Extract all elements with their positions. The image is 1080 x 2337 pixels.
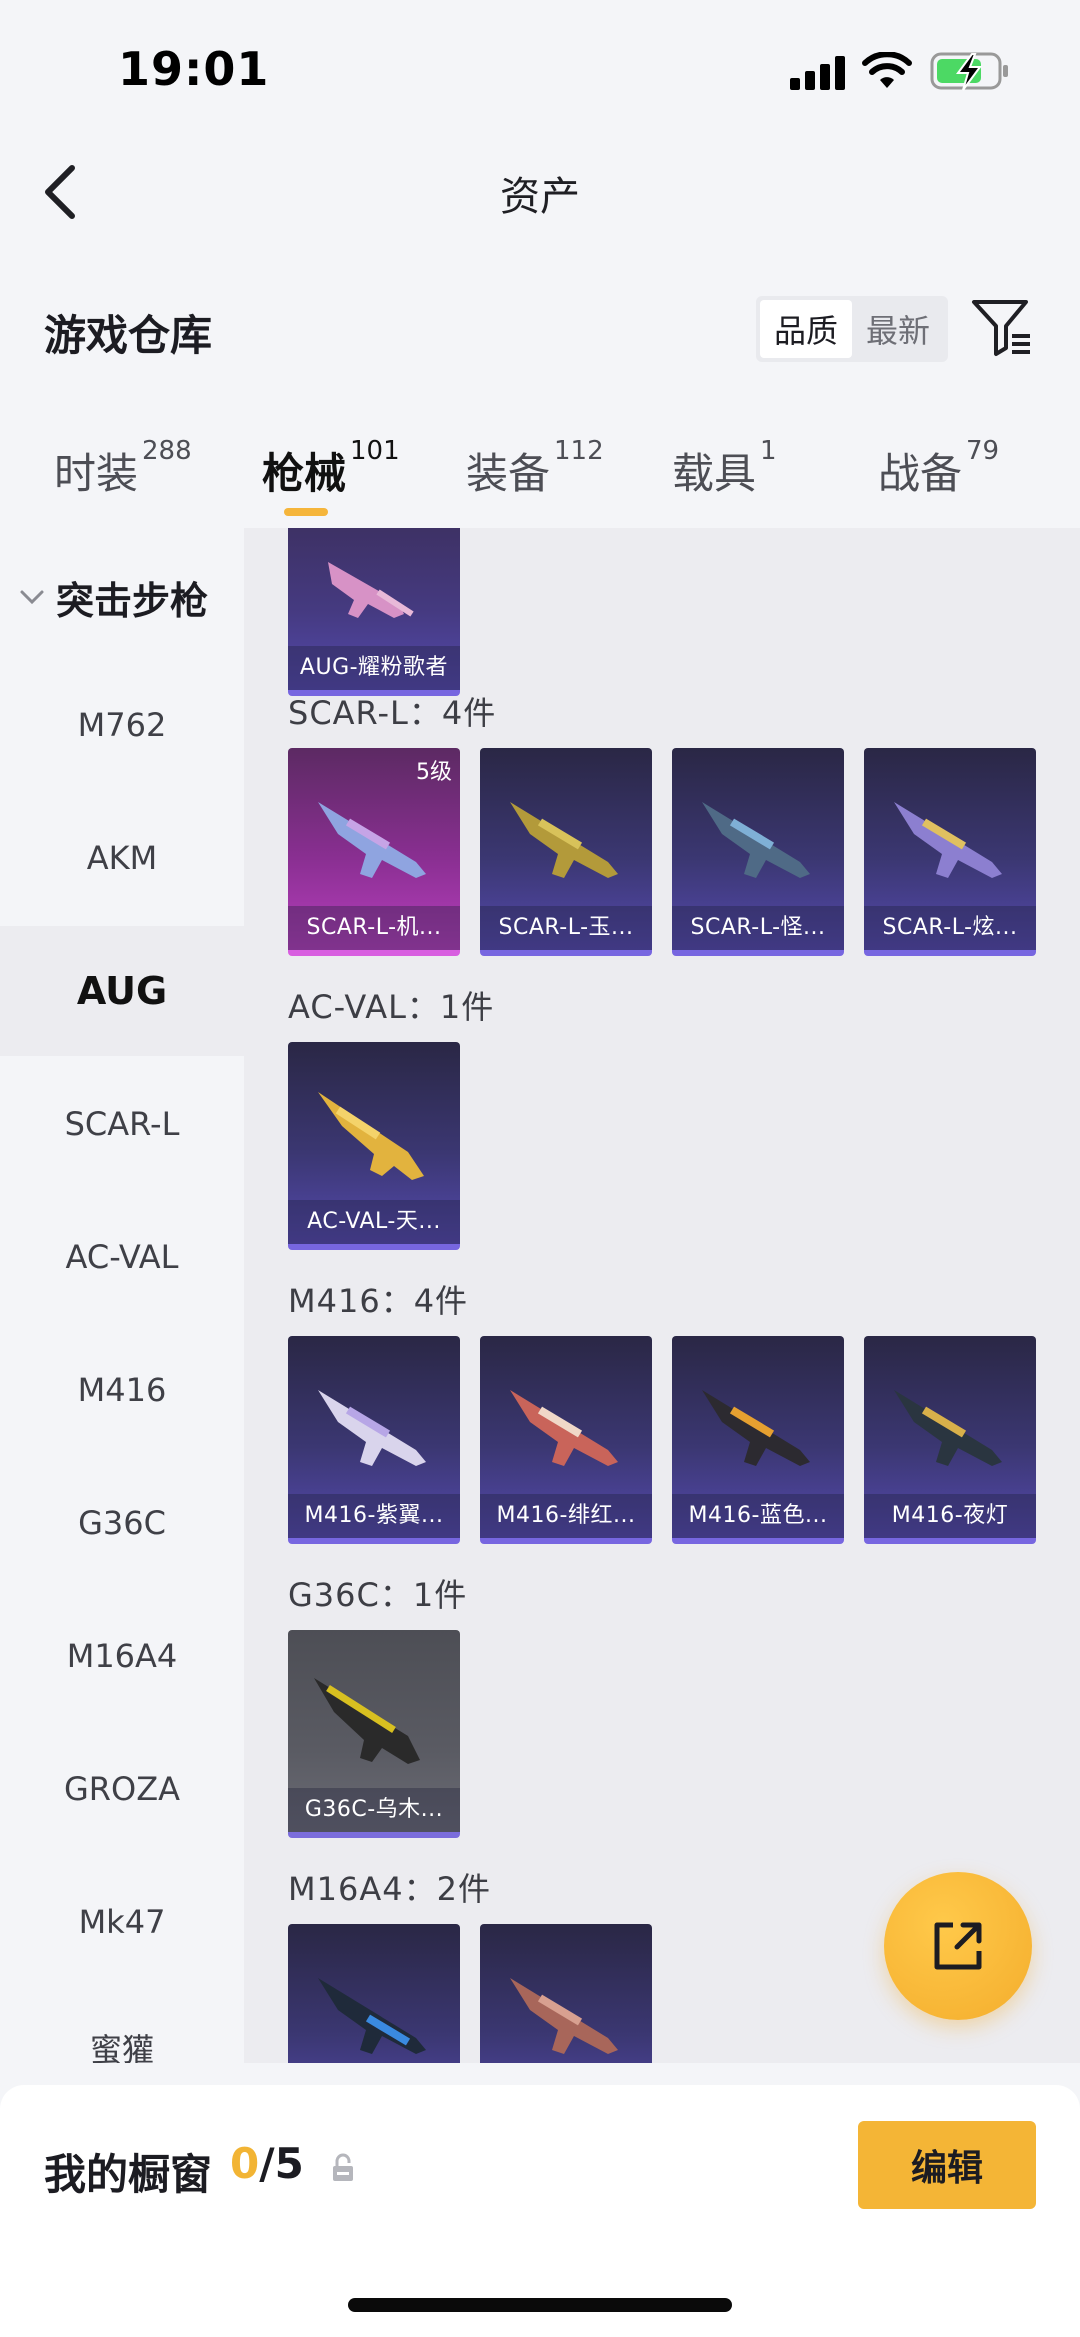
tab-supplies[interactable]: 战备 79 (878, 436, 999, 501)
weapon-skin-image (894, 1390, 1002, 1466)
weapon-skin-image (702, 802, 810, 878)
weapon-skin-card[interactable]: AUG-耀粉歌者 (288, 528, 460, 696)
tab-label: 载具 (672, 449, 757, 498)
group-label-m416: M416：4件 (288, 1282, 469, 1320)
weapon-skin-image (318, 1390, 426, 1466)
page-title: 资产 (500, 174, 580, 220)
tab-fashion[interactable]: 时装 288 (54, 436, 192, 501)
weapon-skin-card[interactable]: G36C-乌木... (288, 1630, 460, 1838)
weapon-skin-image (510, 1978, 618, 2054)
weapon-skin-name: G36C-乌木... (288, 1788, 460, 1832)
showcase-total: /5 (259, 2139, 304, 2188)
tab-count: 112 (554, 436, 604, 466)
weapon-skin-image (318, 1978, 426, 2054)
weapon-skin-name: SCAR-L-玉... (480, 906, 652, 950)
weapon-skin-image (510, 802, 618, 878)
section-title: 游戏仓库 (44, 311, 213, 360)
weapon-skin-name: SCAR-L-机... (288, 906, 460, 950)
group-label-g36c: G36C：1件 (288, 1576, 468, 1614)
group-label-m16a4: M16A4：2件 (288, 1870, 491, 1908)
share-button[interactable] (884, 1872, 1032, 2020)
weapon-skin-card[interactable] (288, 1924, 460, 2063)
weapon-skin-name: AC-VAL-天... (288, 1200, 460, 1244)
weapon-skin-name: M416-紫翼... (288, 1494, 460, 1538)
weapon-skin-image (702, 1390, 810, 1466)
sidebar-item-scar-l[interactable]: SCAR-L (0, 1059, 244, 1189)
edit-button[interactable]: 编辑 (858, 2121, 1036, 2209)
tab-label: 枪械 (262, 449, 347, 498)
status-time: 19:01 (118, 42, 270, 96)
weapon-skin-image (318, 802, 426, 878)
lock-icon (333, 2153, 353, 2181)
sidebar-item-honey-badger[interactable]: 蜜獾 (0, 1983, 244, 2063)
showcase-count: 0/5 (230, 2139, 304, 2188)
weapon-skin-name: AUG-耀粉歌者 (288, 646, 460, 690)
chevron-down-icon[interactable] (18, 588, 46, 608)
nav-header: 资产 (0, 140, 1080, 240)
tab-equipment[interactable]: 装备 112 (466, 436, 604, 501)
weapon-skin-name: SCAR-L-怪... (672, 906, 844, 950)
status-bar: 19:01 (0, 0, 1080, 140)
tab-firearms[interactable]: 枪械 101 (262, 436, 400, 501)
sidebar-item-g36c[interactable]: G36C (0, 1458, 244, 1588)
sidebar-item-ac-val[interactable]: AC-VAL (0, 1192, 244, 1322)
weapon-skin-name: SCAR-L-炫... (864, 906, 1036, 950)
weapon-skin-card[interactable]: SCAR-L-玉... (480, 748, 652, 956)
sidebar-item-m16a4[interactable]: M16A4 (0, 1591, 244, 1721)
cellular-signal-icon (790, 56, 845, 90)
weapon-skin-card[interactable]: 5级 SCAR-L-机... (288, 748, 460, 956)
weapon-skin-name: M416-绯红... (480, 1494, 652, 1538)
weapon-skin-card[interactable]: M416-夜灯 (864, 1336, 1036, 1544)
weapon-skin-card[interactable]: M416-绯红... (480, 1336, 652, 1544)
tab-vehicles[interactable]: 载具 1 (672, 436, 777, 501)
weapon-skin-name: M416-蓝色... (672, 1494, 844, 1538)
weapon-skin-image (510, 1390, 618, 1466)
weapon-skin-card[interactable]: SCAR-L-炫... (864, 748, 1036, 956)
weapon-skin-card[interactable]: M416-紫翼... (288, 1336, 460, 1544)
showcase-current: 0 (230, 2139, 260, 2188)
weapon-skin-image (314, 1678, 420, 1764)
share-external-icon (934, 1922, 982, 1970)
sidebar-item-m762[interactable]: M762 (0, 660, 244, 790)
weapon-skin-card[interactable] (480, 1924, 652, 2063)
sidebar-item-mk47[interactable]: Mk47 (0, 1857, 244, 1987)
sort-by-newest-button[interactable]: 最新 (852, 300, 944, 358)
sidebar-item-groza[interactable]: GROZA (0, 1724, 244, 1854)
wifi-icon (862, 52, 912, 88)
sidebar-item-akm[interactable]: AKM (0, 793, 244, 923)
sidebar-item-aug[interactable]: AUG (0, 926, 244, 1056)
tab-count: 101 (350, 436, 400, 466)
sidebar-category-label[interactable]: 突击步枪 (56, 570, 208, 625)
home-indicator (348, 2298, 732, 2312)
battery-charging-icon (930, 52, 1008, 91)
weapon-skin-card[interactable]: M416-蓝色... (672, 1336, 844, 1544)
active-tab-indicator (284, 508, 328, 516)
group-label-ac-val: AC-VAL：1件 (288, 988, 495, 1026)
weapon-skin-image (318, 1092, 424, 1180)
weapon-skin-image (894, 802, 1002, 878)
tab-count: 79 (966, 436, 1000, 466)
group-label-scar-l: SCAR-L：4件 (288, 694, 497, 732)
tab-label: 装备 (466, 449, 551, 498)
sidebar-item-m416[interactable]: M416 (0, 1325, 244, 1455)
tab-label: 时装 (54, 449, 139, 498)
filter-icon[interactable] (970, 296, 1034, 360)
category-tabs: 时装 288 枪械 101 装备 112 载具 1 战备 79 (0, 430, 1080, 530)
weapon-skin-card[interactable]: SCAR-L-怪... (672, 748, 844, 956)
tab-count: 1 (760, 436, 777, 466)
weapon-type-sidebar: 突击步枪 M762 AKM AUG SCAR-L AC-VAL M416 G36… (0, 528, 244, 2063)
sort-toggle: 品质 最新 (756, 296, 948, 362)
tab-count: 288 (142, 436, 192, 466)
sort-by-quality-button[interactable]: 品质 (760, 300, 852, 358)
weapon-skin-card[interactable]: AC-VAL-天... (288, 1042, 460, 1250)
weapon-skin-grid: AUG-耀粉歌者 SCAR-L：4件 5级 SCAR-L-机... SCAR-L… (244, 528, 1080, 2063)
tab-label: 战备 (878, 449, 963, 498)
showcase-label: 我的橱窗 (44, 2150, 213, 2199)
weapon-skin-image (328, 562, 414, 618)
weapon-skin-name: M416-夜灯 (864, 1494, 1036, 1538)
